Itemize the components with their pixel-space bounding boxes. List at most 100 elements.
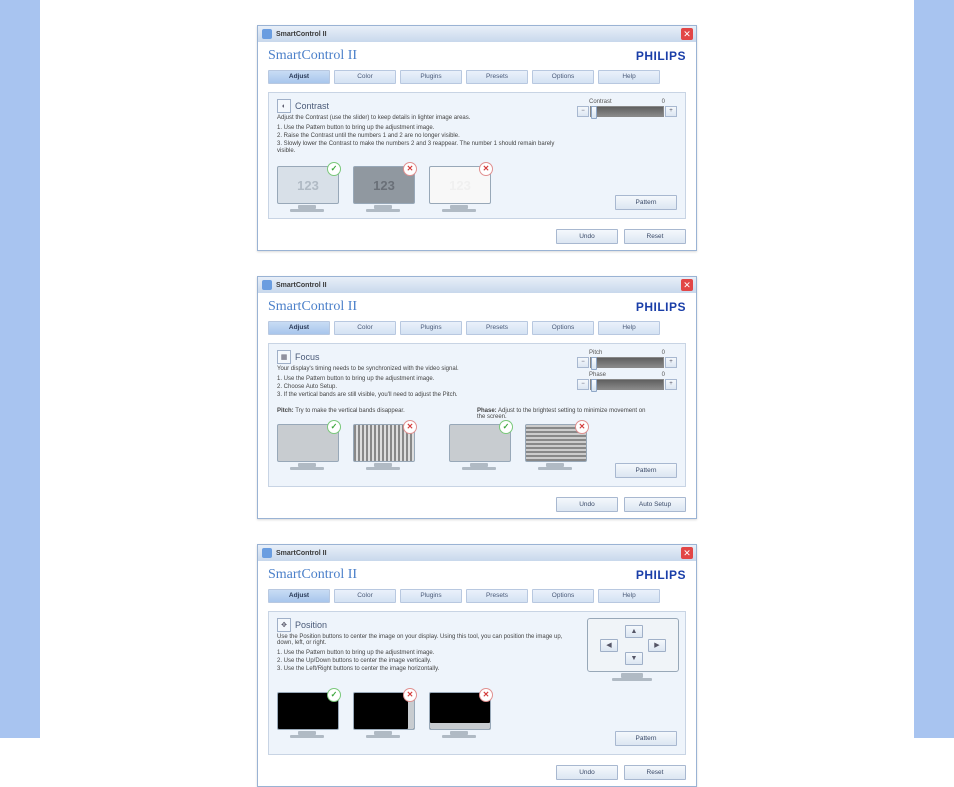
tab-options[interactable]: Options [532, 70, 594, 84]
step-2: 2. Raise the Contrast until the numbers … [277, 133, 567, 141]
titlebar[interactable]: SmartControl II ✕ [258, 26, 696, 42]
x-icon: ✕ [575, 420, 589, 434]
preview-phase-bad: ✕ [525, 424, 585, 470]
brand-logo: PHILIPS [636, 568, 686, 582]
preview-phase-good: ✓ [449, 424, 509, 470]
undo-button[interactable]: Undo [556, 765, 618, 780]
reset-button[interactable]: Reset [624, 229, 686, 244]
close-icon[interactable]: ✕ [681, 28, 693, 40]
check-icon: ✓ [499, 420, 513, 434]
phase-label: Phase [589, 372, 606, 378]
check-icon: ✓ [327, 420, 341, 434]
pitch-plus-button[interactable]: + [665, 357, 677, 368]
app-icon [262, 280, 272, 290]
tab-help[interactable]: Help [598, 70, 660, 84]
tab-plugins[interactable]: Plugins [400, 589, 462, 603]
tab-options[interactable]: Options [532, 321, 594, 335]
contrast-panel: ◐ Contrast Adjust the Contrast (use the … [268, 92, 686, 219]
reset-button[interactable]: Reset [624, 765, 686, 780]
app-title: SmartControl II [268, 567, 357, 583]
tab-presets[interactable]: Presets [466, 589, 528, 603]
slider-minus-button[interactable]: − [577, 106, 589, 117]
tab-bar: Adjust Color Plugins Presets Options Hel… [258, 317, 696, 339]
undo-button[interactable]: Undo [556, 229, 618, 244]
pitch-hint: Pitch: Pitch: Try to make the vertical b… [277, 408, 447, 420]
window-title: SmartControl II [276, 282, 327, 289]
slider-thumb[interactable] [591, 106, 597, 119]
tab-adjust[interactable]: Adjust [268, 321, 330, 335]
step-1: 1. Use the Pattern button to bring up th… [277, 125, 567, 133]
slider-label: Contrast [589, 99, 612, 105]
phase-slider[interactable] [590, 379, 664, 390]
tab-help[interactable]: Help [598, 321, 660, 335]
tab-help[interactable]: Help [598, 589, 660, 603]
brand-logo: PHILIPS [636, 300, 686, 314]
position-left-button[interactable]: ◀ [600, 639, 618, 652]
section-desc: Your display's timing needs to be synchr… [277, 366, 567, 372]
focus-slider-group: Pitch 0 − + Phase 0 [577, 350, 677, 394]
contrast-slider[interactable] [590, 106, 664, 117]
tab-options[interactable]: Options [532, 589, 594, 603]
step-3: 3. Use the Left/Right buttons to center … [277, 666, 567, 674]
section-title: Focus [295, 352, 320, 362]
x-icon: ✕ [403, 688, 417, 702]
position-panel: ✥ Position Use the Position buttons to c… [268, 611, 686, 755]
titlebar[interactable]: SmartControl II ✕ [258, 545, 696, 561]
phase-minus-button[interactable]: − [577, 379, 589, 390]
step-3: 3. If the vertical bands are still visib… [277, 392, 567, 400]
slider-thumb[interactable] [591, 357, 597, 370]
tab-presets[interactable]: Presets [466, 70, 528, 84]
position-right-button[interactable]: ▶ [648, 639, 666, 652]
tab-adjust[interactable]: Adjust [268, 70, 330, 84]
brand-logo: PHILIPS [636, 49, 686, 63]
step-2: 2. Use the Up/Down buttons to center the… [277, 658, 567, 666]
tab-presets[interactable]: Presets [466, 321, 528, 335]
tab-bar: Adjust Color Plugins Presets Options Hel… [258, 585, 696, 607]
x-icon: ✕ [403, 420, 417, 434]
slider-plus-button[interactable]: + [665, 106, 677, 117]
window-focus: SmartControl II ✕ SmartControl II PHILIP… [257, 276, 697, 519]
section-desc: Use the Position buttons to center the i… [277, 634, 567, 646]
step-2: 2. Choose Auto Setup. [277, 384, 567, 392]
check-icon: ✓ [327, 688, 341, 702]
close-icon[interactable]: ✕ [681, 547, 693, 559]
step-1: 1. Use the Pattern button to bring up th… [277, 376, 567, 384]
phase-plus-button[interactable]: + [665, 379, 677, 390]
app-title: SmartControl II [268, 48, 357, 64]
position-down-button[interactable]: ▼ [625, 652, 643, 665]
tab-plugins[interactable]: Plugins [400, 70, 462, 84]
pattern-button[interactable]: Pattern [615, 195, 677, 210]
pattern-button[interactable]: Pattern [615, 463, 677, 478]
step-3: 3. Slowly lower the Contrast to make the… [277, 141, 567, 157]
tab-bar: Adjust Color Plugins Presets Options Hel… [258, 66, 696, 88]
auto-setup-button[interactable]: Auto Setup [624, 497, 686, 512]
phase-hint: Phase: Adjust to the brightest setting t… [477, 408, 647, 420]
pattern-button[interactable]: Pattern [615, 731, 677, 746]
titlebar[interactable]: SmartControl II ✕ [258, 277, 696, 293]
tab-adjust[interactable]: Adjust [268, 589, 330, 603]
preview-pitch-bad: ✕ [353, 424, 413, 470]
section-title: Contrast [295, 101, 329, 111]
x-icon: ✕ [479, 688, 493, 702]
window-contrast: SmartControl II ✕ SmartControl II PHILIP… [257, 25, 697, 251]
tab-plugins[interactable]: Plugins [400, 321, 462, 335]
pitch-slider[interactable] [590, 357, 664, 368]
preview-centered: ✓ [277, 692, 337, 738]
tab-color[interactable]: Color [334, 589, 396, 603]
preview-offset-v: ✕ [429, 692, 489, 738]
pitch-minus-button[interactable]: − [577, 357, 589, 368]
slider-thumb[interactable] [591, 379, 597, 392]
section-title: Position [295, 620, 327, 630]
focus-panel: ▦ Focus Your display's timing needs to b… [268, 343, 686, 487]
step-1: 1. Use the Pattern button to bring up th… [277, 650, 567, 658]
undo-button[interactable]: Undo [556, 497, 618, 512]
tab-color[interactable]: Color [334, 321, 396, 335]
pitch-value: 0 [662, 350, 665, 356]
preview-too-dark: ✕ 123 [353, 166, 413, 212]
close-icon[interactable]: ✕ [681, 279, 693, 291]
app-icon [262, 29, 272, 39]
section-desc: Adjust the Contrast (use the slider) to … [277, 115, 567, 121]
preview-good: ✓ 123 [277, 166, 337, 212]
position-up-button[interactable]: ▲ [625, 625, 643, 638]
tab-color[interactable]: Color [334, 70, 396, 84]
